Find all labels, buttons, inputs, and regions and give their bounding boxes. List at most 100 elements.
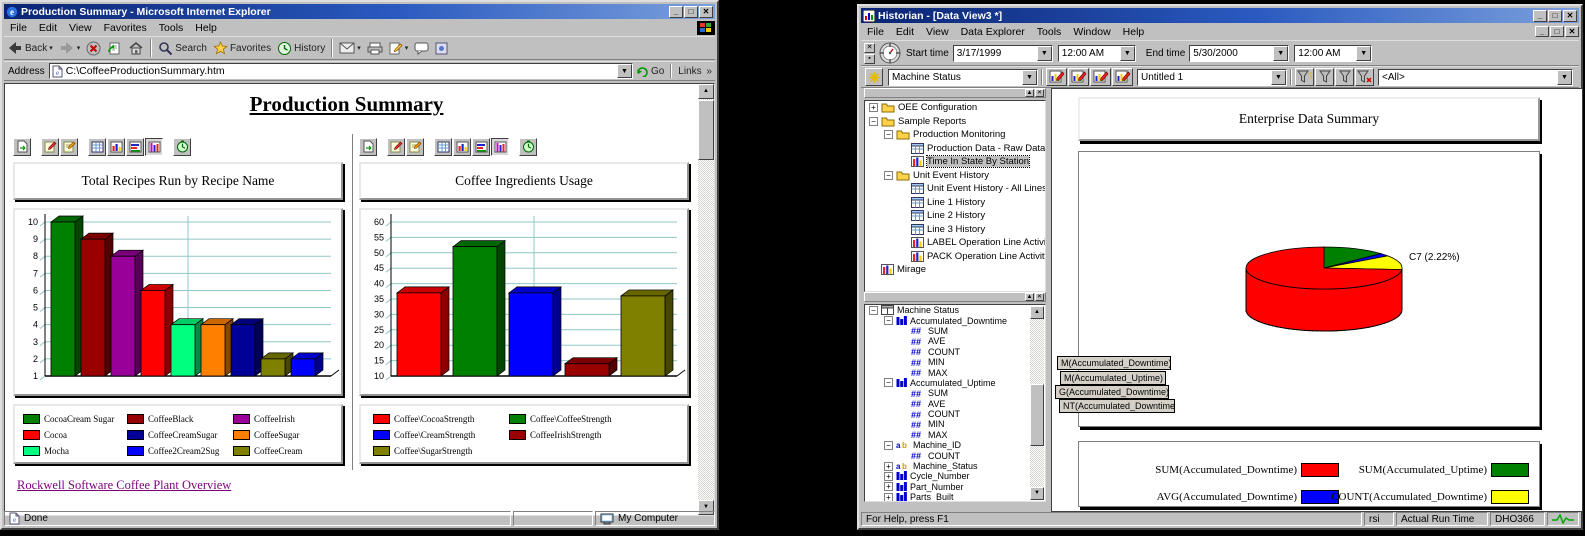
mdi-minimize-button[interactable]: _ — [1535, 26, 1549, 37]
tree-item-machine-status[interactable]: +abMachine_Status — [865, 461, 1045, 471]
pane-collapse-button[interactable]: ▲ — [1025, 293, 1034, 301]
close-button[interactable]: ✕ — [699, 6, 713, 18]
menu-favorites[interactable]: Favorites — [98, 22, 153, 34]
menu-view[interactable]: View — [920, 26, 955, 38]
tree-item-accumulated-uptime[interactable]: −Accumulated_Uptime — [865, 378, 1045, 388]
chart-style-button-1[interactable] — [1046, 68, 1067, 86]
menu-file[interactable]: File — [4, 22, 33, 34]
refresh-button[interactable] — [104, 38, 125, 58]
tree-item-ave[interactable]: ##AVE — [865, 336, 1045, 346]
tree-item-label[interactable]: Line 1 History — [927, 197, 985, 208]
messenger-button[interactable] — [432, 38, 451, 58]
tree-item-label[interactable]: Mirage — [897, 264, 926, 275]
tree-item-label[interactable]: Accumulated_Uptime — [910, 378, 996, 388]
tree-item-accumulated-downtime[interactable]: −Accumulated_Downtime — [865, 315, 1045, 325]
edit-button[interactable]: ▾ — [386, 38, 412, 58]
forward-button[interactable]: ▾ — [56, 38, 84, 58]
tree-item-label[interactable]: Accumulated_Downtime — [910, 316, 1007, 326]
dropdown-arrow[interactable]: ▾ — [405, 44, 409, 52]
tree-item-time-in-state-by-station[interactable]: Time In State By Station — [865, 155, 1045, 169]
scroll-thumb[interactable] — [1030, 384, 1044, 446]
filter-button-3[interactable] — [1335, 68, 1354, 86]
collapse-icon[interactable]: − — [869, 117, 878, 126]
scroll-up-button[interactable]: ▲ — [698, 84, 714, 99]
tree-item-label[interactable]: AVE — [928, 336, 945, 346]
tree-item-label[interactable]: COUNT — [928, 409, 960, 419]
menu-data-explorer[interactable]: Data Explorer — [955, 26, 1031, 38]
new-dataset-button[interactable] — [865, 68, 883, 86]
pane-close-button[interactable]: ✕ — [1035, 89, 1044, 97]
tree-item-production-monitoring[interactable]: −Production Monitoring — [865, 128, 1045, 142]
tree-item-label[interactable]: Machine_Status — [913, 461, 978, 471]
tree-item-min[interactable]: ##MIN — [865, 419, 1045, 429]
grid-button[interactable] — [434, 138, 452, 156]
scroll-up-button[interactable]: ▲ — [1030, 306, 1044, 319]
tree-item-label[interactable]: Unit Event History — [913, 170, 989, 181]
start-time-combo[interactable]: 12:00 AM▼ — [1058, 45, 1136, 62]
chart-col-button[interactable] — [107, 138, 125, 156]
address-dropdown-arrow[interactable]: ▼ — [617, 64, 632, 78]
tree-item-line-3-history[interactable]: Line 3 History — [865, 223, 1045, 237]
tree-item-label[interactable]: SUM — [928, 388, 948, 398]
toolbar-close-button[interactable]: ✕ — [864, 43, 875, 53]
stop-button[interactable] — [83, 38, 104, 58]
go-button[interactable]: Go — [633, 62, 667, 80]
dropdown-arrow[interactable]: ▾ — [49, 44, 53, 52]
tree-item-cycle-number[interactable]: +Cycle_Number — [865, 471, 1045, 481]
tree-item-mirage[interactable]: Mirage — [865, 263, 1045, 277]
tree-item-label[interactable]: MAX — [928, 430, 948, 440]
links-button[interactable]: Links » — [675, 62, 715, 80]
start-date-combo[interactable]: 3/17/1999▼ — [953, 45, 1053, 62]
back-button[interactable]: Back▾ — [4, 38, 56, 58]
dataset-combo[interactable]: Machine Status▼ — [888, 69, 1038, 86]
tree-item-production-data-raw-data[interactable]: Production Data - Raw Data — [865, 142, 1045, 156]
tree-item-part-number[interactable]: +Part_Number — [865, 482, 1045, 492]
mdi-close-button[interactable]: ✕ — [1565, 26, 1579, 37]
filter-button-4[interactable] — [1355, 68, 1374, 86]
menu-view[interactable]: View — [63, 22, 98, 34]
discuss-button[interactable] — [411, 38, 432, 58]
expand-icon[interactable]: + — [884, 482, 893, 491]
tree-pane-header[interactable]: ▲ ✕ — [864, 88, 1046, 98]
doc-export-button[interactable] — [13, 138, 31, 156]
tree-item-label[interactable]: AVE — [928, 399, 945, 409]
minimize-button[interactable]: _ — [669, 6, 683, 18]
tree-item-parts-built[interactable]: +Parts_Built — [865, 492, 1045, 502]
tree-item-label[interactable]: MIN — [928, 419, 945, 429]
collapse-icon[interactable]: − — [869, 306, 878, 315]
tree-item-unit-event-history[interactable]: −Unit Event History — [865, 169, 1045, 183]
tree-item-count[interactable]: ##COUNT — [865, 347, 1045, 357]
expand-icon[interactable]: + — [869, 103, 878, 112]
doc-export-button[interactable] — [359, 138, 377, 156]
maximize-button[interactable]: □ — [684, 6, 698, 18]
history-button[interactable]: History — [274, 38, 328, 58]
favorites-button[interactable]: Favorites — [210, 38, 274, 58]
tree-item-label[interactable]: COUNT — [928, 451, 960, 461]
tree-item-ave[interactable]: ##AVE — [865, 399, 1045, 409]
tree-item-label[interactable]: Line 3 History — [927, 224, 985, 235]
restore-button[interactable]: □ — [1548, 10, 1562, 22]
tree-pane-header[interactable]: ▲ ✕ — [864, 292, 1046, 302]
tree-item-max[interactable]: ##MAX — [865, 430, 1045, 440]
tree-item-label[interactable]: MAX — [928, 368, 948, 378]
chart-style-button-4[interactable] — [1112, 68, 1133, 86]
historian-titlebar[interactable]: Historian - [Data View3 *] _ □ ✕ — [861, 8, 1579, 23]
tree-item-label-operation-line-activity[interactable]: LABEL Operation Line Activity — [865, 236, 1045, 250]
ie-titlebar[interactable]: e Production Summary - Microsoft Interne… — [4, 4, 715, 19]
tree-item-sample-reports[interactable]: −Sample Reports — [865, 115, 1045, 129]
expand-icon[interactable]: + — [884, 462, 893, 471]
pane-collapse-button[interactable]: ▲ — [1025, 89, 1034, 97]
tree-item-machine-id[interactable]: −abMachine_ID — [865, 440, 1045, 450]
end-date-combo[interactable]: 5/30/2000▼ — [1189, 45, 1289, 62]
home-button[interactable] — [125, 38, 147, 58]
menu-help[interactable]: Help — [189, 22, 223, 34]
tree-item-pack-operation-line-activity[interactable]: PACK Operation Line Activity — [865, 250, 1045, 264]
collapse-icon[interactable]: − — [884, 441, 893, 450]
mail-button[interactable]: ▾ — [336, 38, 364, 58]
tree-item-label[interactable]: OEE Configuration — [898, 102, 977, 113]
address-input[interactable]: e C:\CoffeeProductionSummary.htm ▼ — [49, 63, 633, 79]
menu-help[interactable]: Help — [1117, 26, 1151, 38]
tree-item-sum[interactable]: ##SUM — [865, 388, 1045, 398]
note-pen-button[interactable] — [387, 138, 405, 156]
filter-combo[interactable]: <All>▼ — [1378, 69, 1573, 86]
